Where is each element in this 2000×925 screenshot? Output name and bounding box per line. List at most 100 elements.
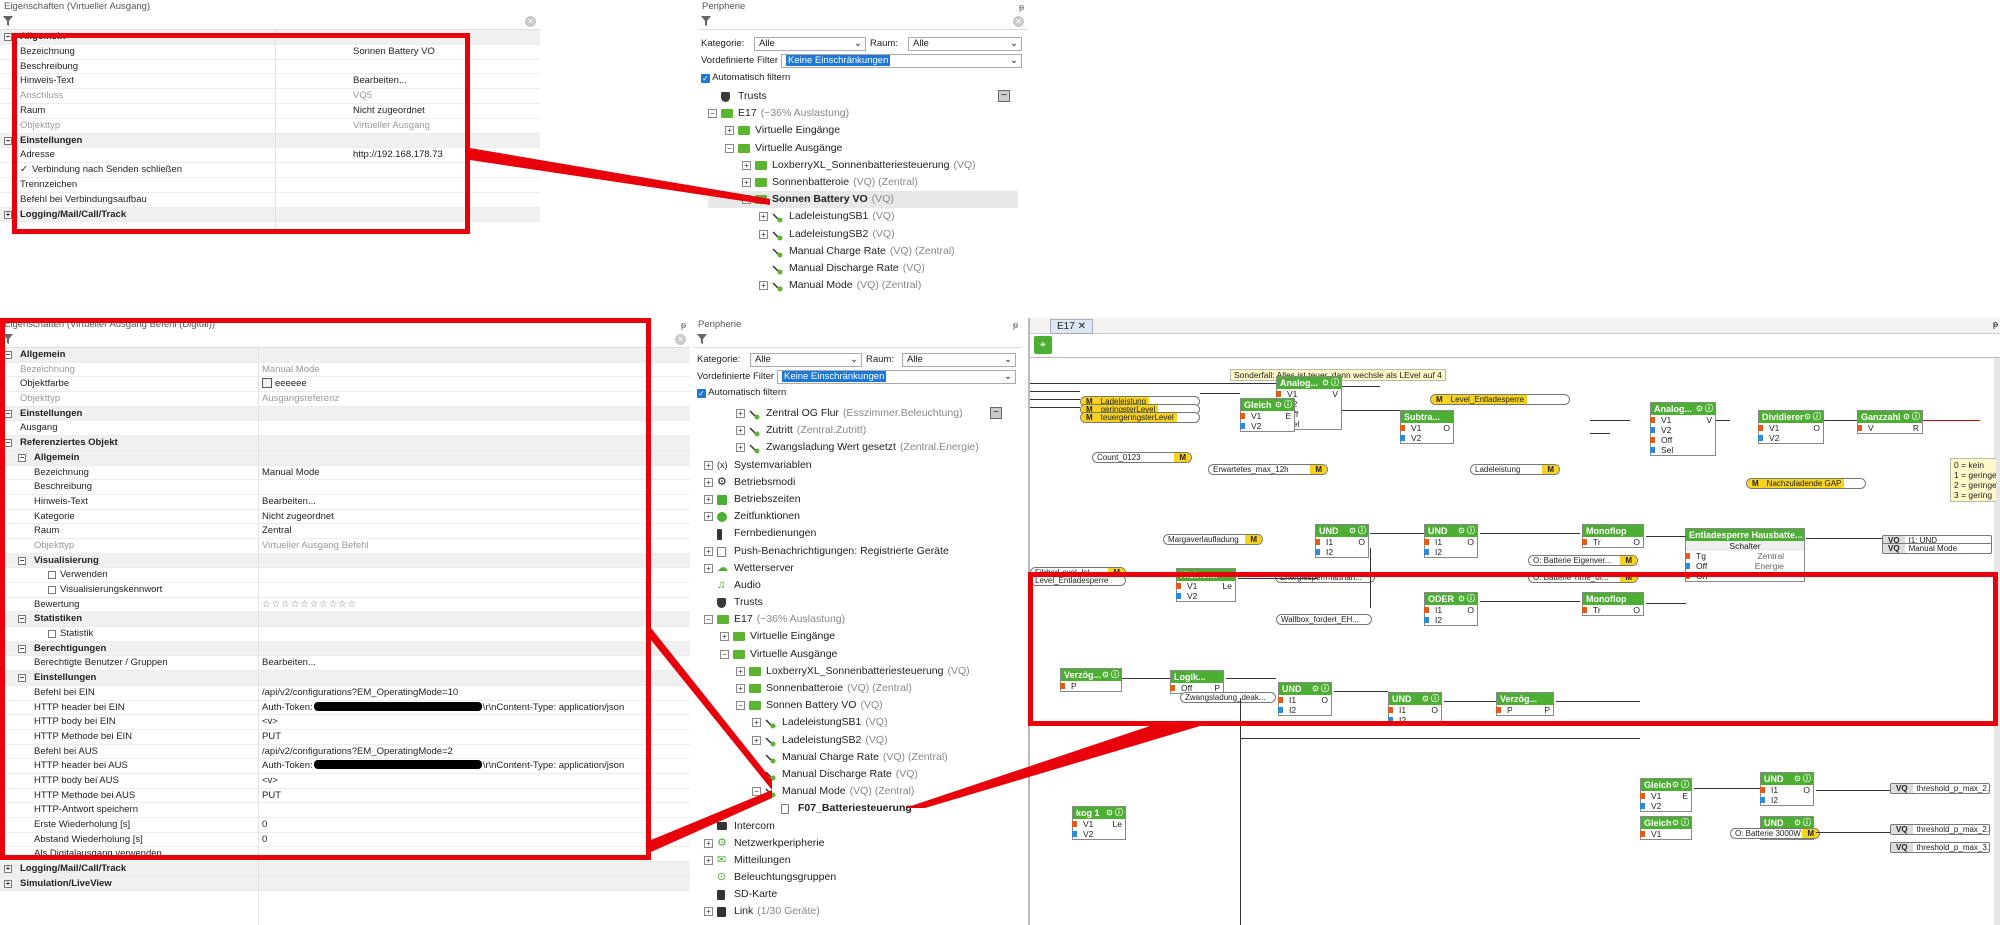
logic-block-gleich3[interactable]: Gleich ⊙ ⓘ V1 (1640, 816, 1692, 840)
tab-e17[interactable]: E17 ✕ (1050, 319, 1093, 334)
logic-block-analog2[interactable]: Analog... ⊙ ⓘ V1 V V2 Off Sel (1650, 402, 1716, 456)
expand-toggle-icon[interactable]: + (704, 477, 713, 487)
tree-item[interactable]: − E17 (~36% Auslastung) (704, 611, 1014, 628)
block-input[interactable]: V1 V (1650, 415, 1715, 425)
auto-filter-checkbox[interactable]: ✓ Automatisch filtern (697, 386, 786, 400)
tree-item[interactable]: − E17 (~36% Auslastung) (708, 105, 1018, 122)
memory-flag[interactable]: VQ Manual Mode (1882, 543, 1992, 554)
block-input[interactable]: V2 (1640, 801, 1691, 811)
expand-toggle-icon[interactable]: + (736, 666, 745, 676)
tree-item[interactable]: + Zentral OG Flur (Esszimmer.Beleuchtung) (704, 405, 1014, 422)
tree-item[interactable]: − Virtuelle Ausgänge (704, 646, 1014, 663)
tree-item[interactable]: Intercom (704, 818, 1014, 835)
logic-block-und5[interactable]: UND ⊙ ⓘ I1 O I2 (1760, 772, 1814, 806)
memory-flag[interactable]: M Level_Entladesperre (1430, 394, 1570, 405)
tree-item[interactable]: Manual Charge Rate (VQ) (Zentral) (708, 243, 1018, 260)
memory-flag[interactable]: Erwartetes_max_12h M (1208, 464, 1328, 475)
tree-item[interactable]: Trusts (708, 88, 1018, 105)
memory-flag[interactable]: MteuergeringsterLevel (1080, 412, 1200, 423)
expand-toggle-icon[interactable]: + (704, 512, 713, 522)
tree-item[interactable]: Manual Charge Rate (VQ) (Zentral) (704, 749, 1014, 766)
block-input[interactable]: Tr O (1582, 537, 1643, 547)
logic-block-dividierer[interactable]: Dividierer ⊙ ⓘ V1 O V2 (1758, 410, 1824, 444)
tree-item[interactable]: + LoxberryXL_Sonnenbatteriesteuerung (VQ) (704, 663, 1014, 680)
block-input[interactable]: I2 (1760, 795, 1813, 805)
tree-item[interactable]: Manual Discharge Rate (VQ) (704, 766, 1014, 783)
logic-block-monoflop1[interactable]: Monoflop⊙ ⓘTr O (1582, 524, 1644, 548)
expand-toggle-icon[interactable]: + (704, 460, 713, 470)
logic-block-und1[interactable]: UND ⊙ ⓘ I1 O I2 (1315, 524, 1369, 558)
tree-item[interactable]: Fernbedienungen (704, 525, 1014, 542)
tree-item[interactable]: SD-Karte (704, 886, 1014, 903)
tree-item[interactable]: Manual Discharge Rate (VQ) (708, 260, 1018, 277)
expand-toggle-icon[interactable]: + (759, 212, 768, 222)
tree-item[interactable]: + ✉ Mitteilungen (704, 852, 1014, 869)
expand-toggle-icon[interactable]: + (742, 160, 751, 170)
block-input[interactable]: Off Energie (1685, 561, 1804, 571)
tree-item[interactable]: + Link (1/30 Geräte) (704, 903, 1014, 920)
block-input[interactable]: V1 O (1400, 423, 1453, 433)
expand-toggle-icon[interactable]: − (704, 615, 713, 625)
expand-toggle-icon[interactable]: − (725, 143, 734, 153)
tree-item[interactable]: ⊙ Beleuchtungsgruppen (704, 869, 1014, 886)
tree-item[interactable]: + Sonnenbatteroie (VQ) (Zentral) (708, 174, 1018, 191)
block-input[interactable]: I1 O (1760, 785, 1813, 795)
expand-toggle-icon[interactable]: + (752, 718, 761, 728)
clear-filter-icon[interactable]: ✕ (675, 334, 686, 345)
tree-item[interactable]: + LadeleistungSB2 (VQ) (708, 226, 1018, 243)
collapse-all-icon[interactable]: − (998, 90, 1010, 102)
auto-filter-checkbox[interactable]: ✓ Automatisch filtern (701, 71, 790, 85)
tree-item[interactable]: + Zeitfunktionen (704, 508, 1014, 525)
tree-item[interactable]: F07_Batteriesteuerung (704, 800, 1014, 817)
expand-toggle-icon[interactable]: + (704, 855, 713, 865)
clear-filter-icon[interactable]: ✕ (1013, 16, 1024, 27)
block-input[interactable]: I1 O (1315, 537, 1368, 547)
memory-flag[interactable]: Count_0123 M (1092, 452, 1192, 463)
memory-flag[interactable]: O: Batterie 3000W M (1730, 828, 1820, 839)
expand-toggle-icon[interactable]: + (752, 735, 761, 745)
close-icon[interactable]: ✕ (1078, 321, 1086, 332)
memory-flag[interactable]: VQ threshold_p_max_2... (1890, 824, 1990, 835)
block-input[interactable]: V2 (1240, 421, 1294, 431)
pin-icon[interactable]: ᵽ (1013, 318, 1018, 332)
expand-toggle-icon[interactable]: + (720, 632, 729, 642)
expand-toggle-icon[interactable]: − (720, 649, 729, 659)
expand-toggle-icon[interactable]: + (704, 838, 713, 848)
tree-item[interactable]: + LadeleistungSB1 (VQ) (704, 714, 1014, 731)
pin-icon[interactable]: ᵽ (681, 318, 686, 332)
expand-toggle-icon[interactable]: + (759, 229, 768, 239)
predefined-filter-select[interactable]: Keine Einschränkungen ⌄ (781, 54, 1022, 68)
logic-block-ganzzahl[interactable]: Ganzzahl ⊙ ⓘ V R (1857, 410, 1923, 434)
tree-item[interactable]: + ☁ Wetterserver (704, 560, 1014, 577)
logic-block-gleich2[interactable]: Gleich ⊙ ⓘ V1 E V2 (1640, 778, 1692, 812)
tree-item[interactable]: + LadeleistungSB1 (VQ) (708, 208, 1018, 225)
expand-toggle-icon[interactable]: + (725, 126, 734, 136)
tree-item[interactable]: − Sonnen Battery VO (VQ) (704, 697, 1014, 714)
expand-toggle-icon[interactable]: − (708, 109, 717, 119)
pin-icon[interactable]: ᵽ (1019, 0, 1024, 14)
tree-item[interactable]: + Virtuelle Eingänge (704, 628, 1014, 645)
tree-item[interactable]: + Virtuelle Eingänge (708, 122, 1018, 139)
tree-item[interactable]: + Push-Benachrichtigungen: Registrierte G… (704, 543, 1014, 560)
block-input[interactable]: Tg Zentral (1685, 551, 1804, 561)
property-section[interactable]: + Simulation/LiveView (0, 876, 690, 892)
filter-icon[interactable] (3, 16, 13, 26)
tree-item[interactable]: − Virtuelle Ausgänge (708, 140, 1018, 157)
logic-block-subtra[interactable]: Subtra...⊙ ⓘV1 O V2 (1400, 410, 1454, 444)
filter-icon[interactable] (701, 16, 711, 26)
expand-toggle-icon[interactable]: + (736, 426, 745, 436)
tree-item[interactable]: + Sonnenbatteroie (VQ) (Zentral) (704, 680, 1014, 697)
memory-flag[interactable]: VQ threshold_p_max_2... (1890, 783, 1990, 794)
expand-toggle-icon[interactable]: + (704, 546, 713, 556)
expand-toggle-icon[interactable]: − (736, 701, 745, 711)
pin-icon[interactable]: ᵽ (1993, 319, 1998, 329)
tree-item[interactable]: ♫ Audio (704, 577, 1014, 594)
block-input[interactable]: V2 (1650, 425, 1715, 435)
block-input[interactable]: I2 (1424, 547, 1477, 557)
block-input[interactable]: V2 (1072, 829, 1125, 839)
expand-toggle-icon[interactable]: − (4, 33, 12, 41)
tree-item[interactable]: + LoxberryXL_Sonnenbatteriesteuerung (VQ) (708, 157, 1018, 174)
expand-toggle-icon[interactable]: + (736, 443, 745, 453)
block-input[interactable]: V1 (1640, 829, 1691, 839)
block-input[interactable]: Sel (1650, 445, 1715, 455)
